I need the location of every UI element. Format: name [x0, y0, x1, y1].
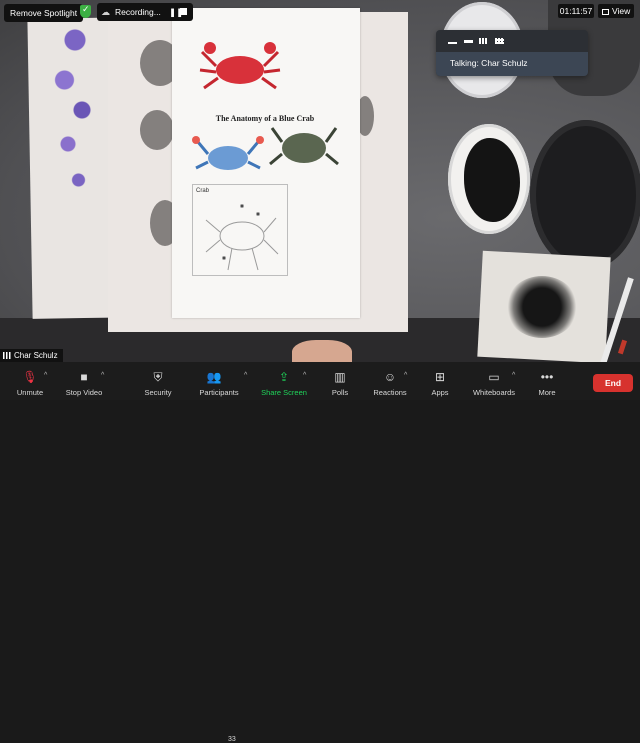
- ink-stone: [530, 120, 640, 270]
- participants-label: Participants: [199, 388, 239, 397]
- video-stage: The Anatomy of a Blue Crab Crab Remove S…: [0, 0, 640, 362]
- view-label: View: [612, 6, 631, 16]
- talking-indicator: Talking: Char Schulz: [436, 52, 588, 76]
- view-button[interactable]: View: [598, 4, 635, 18]
- whiteboard-icon: ▭: [488, 370, 500, 384]
- participants-icon: 👥: [206, 370, 222, 384]
- bar-chart-icon: ▥: [334, 370, 346, 384]
- meeting-toolbar: 🎙 Unmute ^ ■ Stop Video ^ ⛨ Security 👥 P…: [0, 362, 640, 743]
- polls-label: Polls: [331, 388, 349, 397]
- gallery-view-icon[interactable]: [495, 38, 504, 44]
- microphone-muted-icon: 🎙: [22, 370, 38, 384]
- share-screen-icon: ⇪: [278, 370, 290, 384]
- audio-options-chevron-icon[interactable]: ^: [44, 372, 47, 379]
- apps-icon: ⊞: [434, 370, 446, 384]
- share-screen-button[interactable]: ⇪ Share Screen: [258, 362, 310, 400]
- video-camera-icon: ■: [80, 370, 88, 384]
- more-button[interactable]: ••• More: [534, 362, 560, 400]
- stop-video-button[interactable]: ■ Stop Video: [60, 362, 108, 400]
- grid-view-icon: [602, 8, 609, 15]
- diagram-frame: [192, 184, 288, 276]
- more-dots-icon: •••: [540, 370, 554, 384]
- participants-options-chevron-icon[interactable]: ^: [244, 372, 247, 379]
- recording-indicator: ☁ Recording... ❚❚: [97, 3, 193, 21]
- whiteboards-button[interactable]: ▭ Whiteboards: [470, 362, 518, 400]
- participant-count: 33: [228, 736, 236, 743]
- unmute-button[interactable]: 🎙 Unmute: [8, 362, 52, 400]
- hand: [292, 340, 352, 362]
- signal-strength-icon: [3, 352, 11, 359]
- meeting-timer: 01:11:57: [558, 4, 594, 18]
- stop-recording-icon[interactable]: [180, 8, 187, 15]
- strip-view-icon[interactable]: [479, 38, 488, 44]
- participant-name-tag: Char Schulz: [0, 349, 63, 362]
- participant-name: Char Schulz: [14, 351, 58, 360]
- end-meeting-button[interactable]: End: [593, 374, 633, 392]
- talking-label: Talking: Char Schulz: [450, 58, 528, 68]
- wisteria-painting: [40, 20, 110, 220]
- sheet-title: The Anatomy of a Blue Crab: [215, 114, 315, 123]
- security-button[interactable]: ⛨ Security: [138, 362, 178, 400]
- share-options-chevron-icon[interactable]: ^: [303, 372, 306, 379]
- diagram-label: Crab: [196, 188, 210, 194]
- apps-label: Apps: [431, 388, 449, 397]
- recording-label: Recording...: [115, 7, 161, 17]
- stop-video-label: Stop Video: [65, 388, 103, 397]
- reactions-label: Reactions: [373, 388, 407, 397]
- smiley-icon: ☺: [383, 370, 397, 384]
- minimize-icon[interactable]: [448, 38, 457, 44]
- gray-crab-illustration: [269, 127, 339, 166]
- shield-icon[interactable]: [80, 4, 91, 18]
- cloth-ink-stain: [506, 276, 578, 338]
- red-crab-illustration: [199, 42, 281, 90]
- remove-spotlight-button[interactable]: Remove Spotlight: [4, 4, 84, 22]
- speaker-view-panel: Talking: Char Schulz: [436, 30, 588, 76]
- cloud-icon: ☁: [101, 7, 110, 17]
- ink-puddle: [464, 138, 520, 222]
- reactions-options-chevron-icon[interactable]: ^: [404, 372, 407, 379]
- hide-video-icon[interactable]: [464, 40, 473, 43]
- more-label: More: [538, 388, 556, 397]
- video-options-chevron-icon[interactable]: ^: [101, 372, 104, 379]
- polls-button[interactable]: ▥ Polls: [326, 362, 354, 400]
- whiteboards-options-chevron-icon[interactable]: ^: [512, 372, 515, 379]
- shield-icon: ⛨: [153, 370, 163, 384]
- whiteboards-label: Whiteboards: [472, 388, 516, 397]
- blue-crab-illustration: [192, 136, 264, 170]
- security-label: Security: [144, 388, 172, 397]
- ink-painting: [140, 110, 174, 150]
- unmute-label: Unmute: [16, 388, 44, 397]
- share-screen-label: Share Screen: [261, 388, 307, 397]
- reactions-button[interactable]: ☺ Reactions: [370, 362, 410, 400]
- apps-button[interactable]: ⊞ Apps: [426, 362, 454, 400]
- participants-button[interactable]: 👥 Participants: [196, 362, 242, 400]
